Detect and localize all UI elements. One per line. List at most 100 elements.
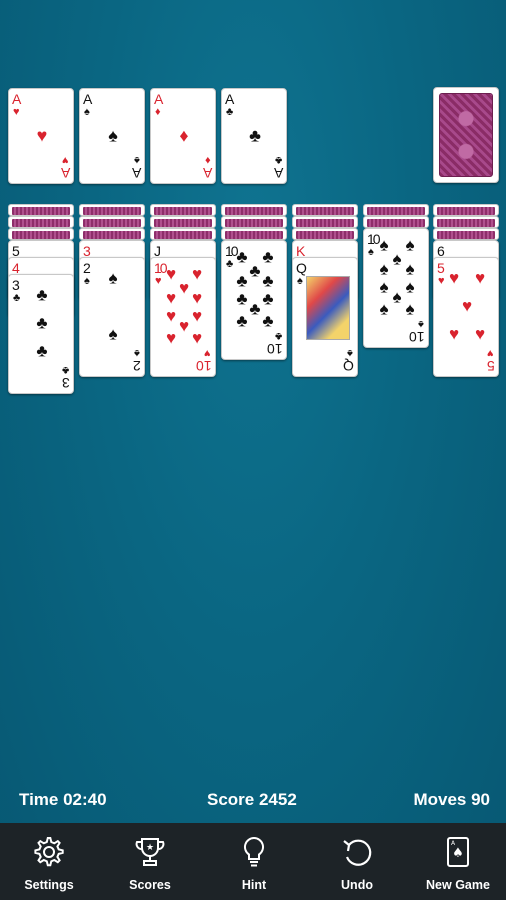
face-down-card <box>433 204 499 216</box>
suit-pip: ♥ <box>165 306 177 326</box>
undo-icon <box>343 839 372 866</box>
card-rank-corner: 3 <box>62 375 70 391</box>
suit-pip: ♥ <box>165 288 177 308</box>
suit-pip: ♠ <box>108 125 118 146</box>
stock-pile[interactable] <box>433 87 499 183</box>
suit-pip: ♣ <box>236 289 248 309</box>
suit-pip: ♠ <box>379 299 389 319</box>
suit-pip: ♥ <box>448 268 460 288</box>
status-bar: Time 02:40 Score 2452 Moves 90 <box>0 788 506 814</box>
card-suit-corner: ♣ <box>61 364 69 376</box>
card-suit-corner: ♥ <box>62 154 69 166</box>
new-game-icon: ♠ A <box>447 837 469 867</box>
playing-card-2-black[interactable]: 2 ♠ ♠ ♠ 2 ♠ <box>79 257 145 377</box>
new-game-button[interactable]: ♠ A New Game <box>418 823 498 900</box>
playing-card-10-black[interactable]: 10 ♣ ♣ ♣ ♣ ♣ ♣ ♣ ♣ ♣ ♣ ♣ 10 ♣ <box>221 240 287 360</box>
card-suit: ♠ <box>368 246 374 258</box>
playing-card-A-red[interactable]: A ♥ ♥ A ♥ <box>8 88 74 184</box>
face-down-card <box>221 216 287 228</box>
card-rank: 5 <box>12 243 20 259</box>
face-down-card <box>292 204 358 216</box>
face-down-card <box>292 216 358 228</box>
card-suit: ♥ <box>155 275 162 287</box>
face-down-card <box>79 204 145 216</box>
card-rank: 10 <box>154 260 168 276</box>
face-down-card <box>433 228 499 240</box>
card-suit-corner: ♠ <box>347 347 353 359</box>
card-rank: 3 <box>12 277 20 293</box>
card-rank: 6 <box>437 243 445 259</box>
suit-pip: ♠ <box>392 249 402 269</box>
hint-button[interactable]: Hint <box>214 823 294 900</box>
face-down-card <box>363 204 429 216</box>
suit-pip: ♠ <box>108 268 118 288</box>
bottom-toolbar: Settings ★ Scores Hint Undo ♠ A New Game <box>0 823 506 900</box>
card-rank-corner: Q <box>343 358 354 374</box>
card-suit-corner: ♠ <box>134 347 140 359</box>
card-rank: 2 <box>83 260 91 276</box>
suit-pip: ♣ <box>262 311 274 331</box>
card-suit: ♠ <box>297 275 303 287</box>
card-rank: J <box>154 243 161 259</box>
suit-pip: ♥ <box>448 324 460 344</box>
face-down-card <box>8 204 74 216</box>
card-suit-corner: ♥ <box>204 347 211 359</box>
face-down-card <box>150 228 216 240</box>
playing-card-A-black[interactable]: A ♠ ♠ A ♠ <box>79 88 145 184</box>
card-suit-corner: ♥ <box>487 347 494 359</box>
playing-card-10-red[interactable]: 10 ♥ ♥ ♥ ♥ ♥ ♥ ♥ ♥ ♥ ♥ ♥ 10 ♥ <box>150 257 216 377</box>
card-rank-corner: A <box>131 165 141 181</box>
suit-pip: ♥ <box>461 296 473 316</box>
card-rank-corner: A <box>273 165 283 181</box>
face-card-art <box>306 276 350 340</box>
suit-pip: ♣ <box>36 285 48 305</box>
playing-card-Q-black[interactable]: Q ♠ Q ♠ <box>292 257 358 377</box>
suit-pip: ♣ <box>36 313 48 333</box>
playing-card-10-black[interactable]: 10 ♠ ♠ ♠ ♠ ♠ ♠ ♠ ♠ ♠ ♠ ♠ 10 ♠ <box>363 228 429 348</box>
card-rank: A <box>154 91 164 107</box>
suit-pip: ♥ <box>191 288 203 308</box>
card-rank-corner: 10 <box>409 329 425 345</box>
gear-icon <box>34 837 64 867</box>
playing-card-3-black[interactable]: 3 ♣ ♣ ♣ ♣ 3 ♣ <box>8 274 74 394</box>
suit-pip: ♥ <box>36 125 48 146</box>
playing-card-A-black[interactable]: A ♣ ♣ A ♣ <box>221 88 287 184</box>
face-down-card <box>79 228 145 240</box>
suit-pip: ♠ <box>379 259 389 279</box>
suit-pip: ♣ <box>36 341 48 361</box>
scores-label: Scores <box>129 878 171 892</box>
card-rank: A <box>12 91 22 107</box>
card-rank: 3 <box>83 243 91 259</box>
suit-pip: ♥ <box>474 268 486 288</box>
face-down-card <box>8 216 74 228</box>
card-rank: K <box>296 243 306 259</box>
suit-pip: ♣ <box>236 271 248 291</box>
score: Score 2452 <box>207 790 297 809</box>
face-down-card <box>221 204 287 216</box>
suit-pip: ♣ <box>262 271 274 291</box>
svg-text:♠: ♠ <box>452 846 464 861</box>
settings-button[interactable]: Settings <box>9 823 89 900</box>
playing-card-5-red[interactable]: 5 ♥ ♥ ♥ ♥ ♥ ♥ 5 ♥ <box>433 257 499 377</box>
suit-pip: ♥ <box>191 264 203 284</box>
face-down-card <box>292 228 358 240</box>
card-suit-corner: ♣ <box>274 154 282 166</box>
suit-pip: ♠ <box>379 235 389 255</box>
card-suit: ♠ <box>84 275 90 287</box>
suit-pip: ♣ <box>236 247 248 267</box>
scores-button[interactable]: ★ Scores <box>110 823 190 900</box>
card-suit: ♥ <box>13 106 20 118</box>
suit-pip: ♥ <box>165 328 177 348</box>
undo-button[interactable]: Undo <box>317 823 397 900</box>
suit-pip: ♠ <box>405 235 415 255</box>
face-down-card <box>150 216 216 228</box>
card-suit: ♣ <box>226 258 234 270</box>
face-down-card <box>363 216 429 228</box>
card-rank: 10 <box>367 231 381 247</box>
card-rank-corner: A <box>60 165 70 181</box>
suit-pip: ♥ <box>165 264 177 284</box>
card-suit: ♣ <box>226 106 234 118</box>
suit-pip: ♠ <box>108 324 118 344</box>
playing-card-A-red[interactable]: A ♦ ♦ A ♦ <box>150 88 216 184</box>
card-rank-corner: 10 <box>267 341 283 357</box>
